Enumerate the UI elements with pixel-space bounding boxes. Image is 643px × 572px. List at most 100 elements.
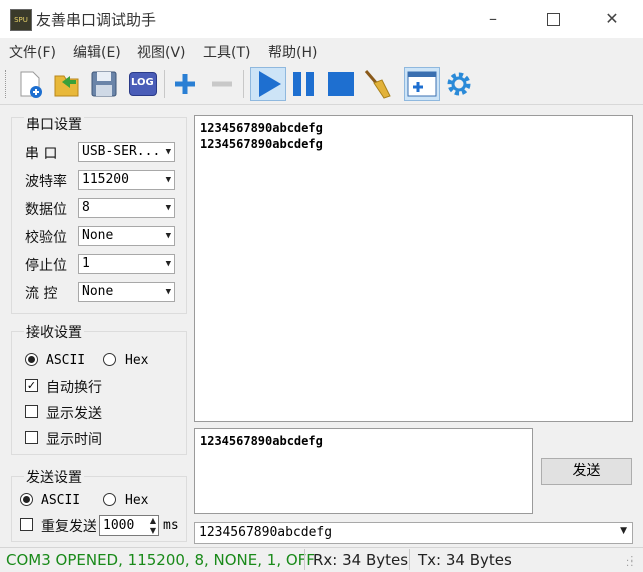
send-text: 1234567890abcdefg (200, 434, 323, 448)
toolbar-separator (164, 70, 165, 98)
menu-file[interactable]: 文件(F) (9, 42, 56, 62)
repeat-send-label: 重复发送 (41, 519, 96, 535)
show-time-checkbox[interactable] (25, 431, 38, 444)
port-value: USB-SER... (82, 144, 161, 159)
baud-select[interactable]: 115200 ▼ (78, 170, 175, 190)
receive-hex-radio[interactable] (103, 353, 116, 366)
send-ascii-label: ASCII (41, 493, 81, 508)
auto-wrap-checkbox[interactable]: ✓ (25, 379, 38, 392)
pause-icon (293, 72, 314, 96)
stop-button[interactable] (326, 68, 356, 100)
stopbits-value: 1 (82, 256, 90, 271)
databits-value: 8 (82, 200, 90, 215)
app-icon-text: SPU (14, 16, 28, 24)
menu-view[interactable]: 视图(V) (137, 42, 186, 62)
add-window-button[interactable] (404, 67, 440, 101)
show-send-checkbox[interactable] (25, 405, 38, 418)
minimize-icon: – (489, 9, 497, 28)
send-hex-radio[interactable] (103, 493, 116, 506)
stop-icon (328, 72, 354, 96)
send-history-select[interactable]: 1234567890abcdefg ▼ (194, 522, 633, 544)
minimize-button[interactable]: – (478, 8, 508, 30)
maximize-icon (546, 13, 560, 26)
chevron-down-icon: ▼ (165, 175, 171, 185)
save-button[interactable] (89, 68, 119, 100)
interval-unit: ms (163, 518, 179, 533)
save-icon (91, 71, 117, 97)
chevron-down-icon: ▼ (165, 147, 171, 157)
databits-label: 数据位 (25, 202, 67, 218)
spin-down-icon[interactable]: ▼ (150, 526, 156, 535)
status-connection: COM3 OPENED, 115200, 8, NONE, 1, OFF (6, 551, 315, 569)
pause-button[interactable] (289, 68, 319, 100)
baud-label: 波特率 (25, 174, 67, 190)
log-button[interactable]: LOG (127, 68, 157, 100)
close-icon: ✕ (605, 9, 619, 28)
send-textarea[interactable]: 1234567890abcdefg (194, 428, 533, 514)
menu-edit[interactable]: 编辑(E) (73, 42, 121, 62)
chevron-down-icon: ▼ (165, 287, 171, 297)
menu-help[interactable]: 帮助(H) (268, 42, 317, 62)
play-icon (259, 71, 281, 97)
chevron-down-icon: ▼ (165, 259, 171, 269)
menu-tools[interactable]: 工具(T) (203, 42, 250, 62)
check-icon: ✓ (26, 379, 37, 392)
settings-button[interactable] (444, 68, 474, 100)
status-rx: Rx: 34 Bytes (313, 551, 409, 569)
databits-select[interactable]: 8 ▼ (78, 198, 175, 218)
repeat-send-checkbox[interactable] (20, 518, 33, 531)
log-label: LOG (131, 77, 154, 88)
receive-line: 1234567890abcdefg (200, 121, 323, 135)
receive-hex-label: Hex (125, 353, 149, 368)
show-send-label: 显示发送 (46, 406, 102, 422)
send-button-label: 发送 (572, 463, 601, 479)
parity-select[interactable]: None ▼ (78, 226, 175, 246)
stopbits-select[interactable]: 1 ▼ (78, 254, 175, 274)
play-button[interactable] (250, 67, 286, 101)
port-label: 串 口 (25, 146, 58, 162)
flow-label: 流 控 (25, 286, 58, 302)
receive-ascii-label: ASCII (46, 353, 86, 368)
port-select[interactable]: USB-SER... ▼ (78, 142, 175, 162)
minus-button[interactable] (207, 68, 237, 100)
send-history-value: 1234567890abcdefg (199, 525, 333, 540)
open-button[interactable] (52, 68, 82, 100)
status-divider (409, 549, 410, 570)
stopbits-label: 停止位 (25, 258, 67, 274)
new-icon (20, 71, 42, 98)
chevron-down-icon: ▼ (620, 526, 627, 536)
toolbar-grip (5, 70, 9, 98)
minus-icon (212, 81, 232, 87)
resize-grip-icon[interactable]: .:.: (626, 554, 635, 569)
close-button[interactable]: ✕ (597, 8, 627, 30)
receive-line: 1234567890abcdefg (200, 137, 323, 151)
show-time-label: 显示时间 (46, 432, 102, 448)
window-title: 友善串口调试助手 (36, 11, 157, 29)
status-tx: Tx: 34 Bytes (418, 551, 512, 569)
send-button[interactable]: 发送 (541, 458, 632, 485)
spin-up-icon[interactable]: ▲ (150, 516, 156, 525)
plus-icon (175, 74, 195, 94)
auto-wrap-label: 自动换行 (46, 380, 102, 396)
send-hex-label: Hex (125, 493, 149, 508)
clear-button[interactable] (362, 68, 392, 100)
new-button[interactable] (16, 68, 46, 100)
flow-select[interactable]: None ▼ (78, 282, 175, 302)
send-settings-title: 发送设置 (24, 467, 84, 487)
open-folder-icon (54, 75, 79, 97)
receive-ascii-radio[interactable] (25, 353, 38, 366)
maximize-button[interactable] (538, 8, 568, 30)
flow-value: None (82, 284, 114, 299)
toolbar-separator (243, 70, 244, 98)
plus-button[interactable] (170, 68, 200, 100)
parity-value: None (82, 228, 114, 243)
baud-value: 115200 (82, 172, 129, 187)
receive-textarea[interactable]: 1234567890abcdefg 1234567890abcdefg (194, 115, 633, 422)
chevron-down-icon: ▼ (165, 203, 171, 213)
serial-settings-title: 串口设置 (24, 114, 84, 134)
interval-spinbox[interactable]: 1000 ▲ ▼ (99, 515, 159, 536)
send-ascii-radio[interactable] (20, 493, 33, 506)
status-divider (304, 549, 305, 570)
gear-icon (447, 72, 471, 96)
add-window-icon (407, 71, 437, 97)
